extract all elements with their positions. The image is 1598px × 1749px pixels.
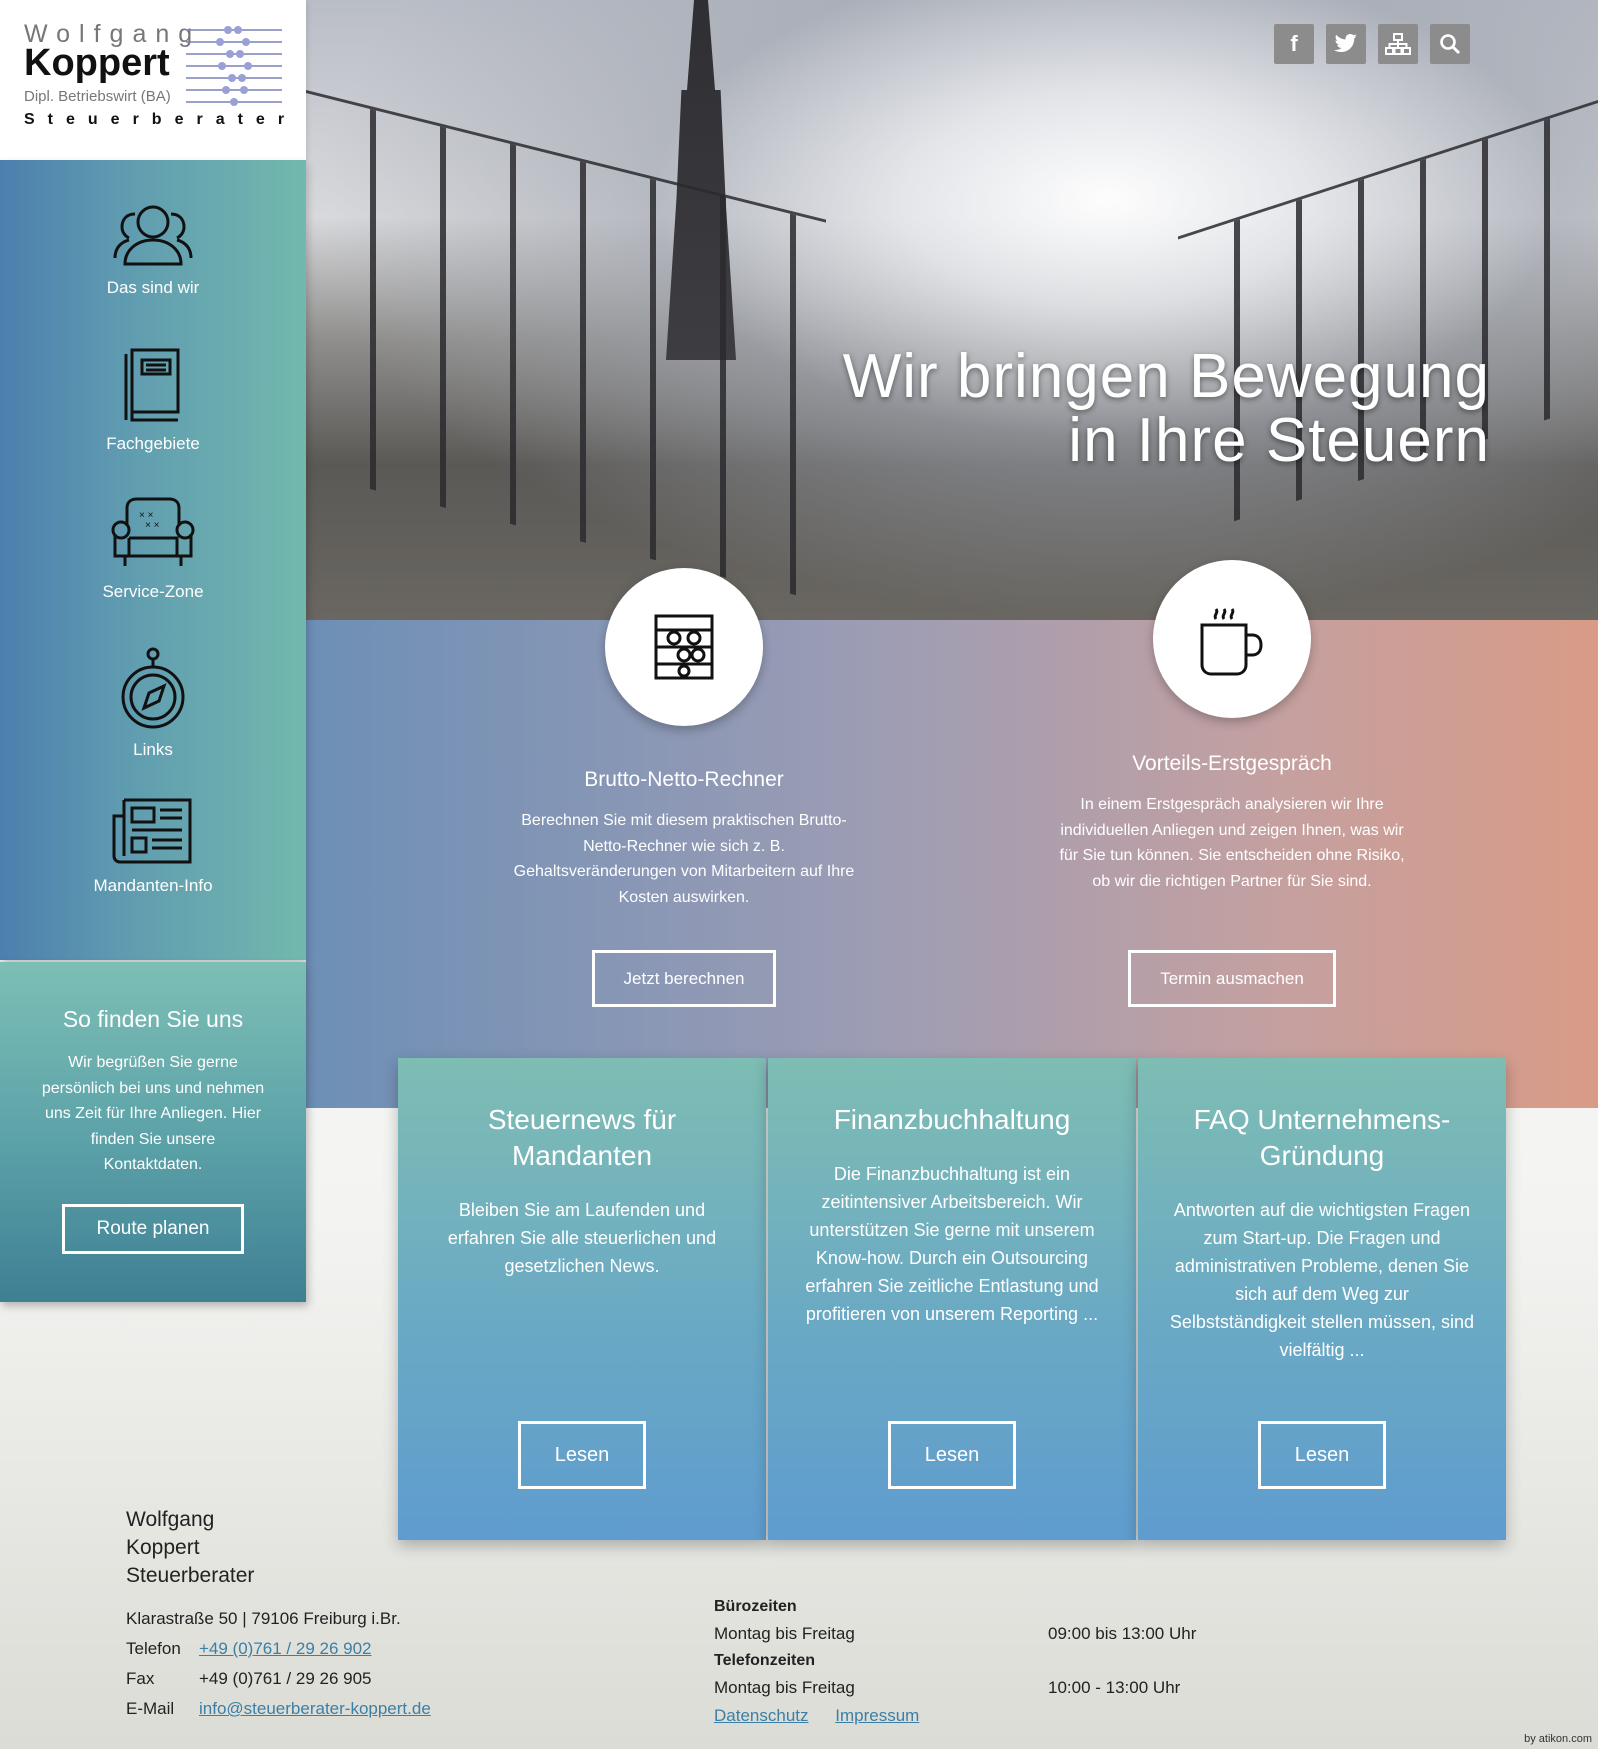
agency-credit[interactable]: by atikon.com <box>1524 1733 1592 1745</box>
sidebar-item-label: Links <box>133 740 173 759</box>
footer-hours: Bürozeiten Montag bis Freitag 09:00 bis … <box>714 1593 1214 1731</box>
card-title: Finanzbuchhaltung <box>833 1104 1071 1135</box>
sidebar-item-fachgebiete[interactable]: Fachgebiete <box>0 346 306 454</box>
phone-hours-row: Montag bis Freitag 10:00 - 13:00 Uhr <box>714 1674 1214 1701</box>
route-planen-button[interactable]: Route planen <box>62 1204 244 1254</box>
email-link[interactable]: info@steuerberater-koppert.de <box>199 1699 431 1718</box>
hero-image: Wir bringen Bewegung in Ihre Steuern <box>306 0 1598 620</box>
logo[interactable]: Wolfgang Koppert Dipl. Betriebswirt (BA)… <box>0 0 306 160</box>
sidebar-item-links-entry[interactable]: Links <box>0 644 306 760</box>
office-time: 09:00 bis 13:00 Uhr <box>1048 1624 1197 1643</box>
phone-link[interactable]: +49 (0)761 / 29 26 902 <box>199 1639 372 1658</box>
lesen-button[interactable]: Lesen <box>518 1421 646 1489</box>
footer-address: Klarastraße 50 | 79106 Freiburg i.Br. <box>126 1609 401 1628</box>
twitter-icon[interactable] <box>1326 24 1366 64</box>
abacus-icon <box>654 614 714 680</box>
sidebar-item-service-zone[interactable]: × × × × Service-Zone <box>0 496 306 602</box>
search-icon[interactable] <box>1430 24 1470 64</box>
find-us-title: So finden Sie uns <box>62 1006 244 1032</box>
footer-name-line: Koppert <box>126 1536 200 1559</box>
termin-ausmachen-button[interactable]: Termin ausmachen <box>1128 950 1336 1007</box>
card-text: Die Finanzbuchhaltung ist ein zeitintens… <box>805 1164 1099 1324</box>
footer-phone-row: Telefon +49 (0)761 / 29 26 902 <box>126 1634 431 1664</box>
datenschutz-link[interactable]: Datenschutz <box>714 1706 809 1725</box>
footer-email-row: E-Mail info@steuerberater-koppert.de <box>126 1694 431 1724</box>
service-title: Vorteils-Erstgespräch <box>1132 752 1332 775</box>
sidebar-nav: Das sind wir Fachgebiete × × × × Service-… <box>0 160 306 960</box>
svg-text:× ×: × × <box>145 520 160 531</box>
sidebar-item-mandanten-info[interactable]: Mandanten-Info <box>0 796 306 896</box>
find-us-text: Wir begrüßen Sie gerne persönlich bei un… <box>41 1054 265 1173</box>
abacus-logo-icon <box>186 26 282 106</box>
footer-name-line: Wolfgang <box>126 1508 215 1531</box>
service-text: Berechnen Sie mit diesem praktischen Bru… <box>513 812 855 906</box>
sidebar-item-das-sind-wir[interactable]: Das sind wir <box>0 198 306 298</box>
office-hours-title: Bürozeiten <box>714 1598 797 1615</box>
consultation-circle[interactable] <box>1153 560 1311 718</box>
newspaper-icon <box>112 798 192 864</box>
logo-profession: Steuerberater <box>24 111 298 128</box>
jetzt-berechnen-button[interactable]: Jetzt berechnen <box>592 950 776 1007</box>
service-brutto-netto: Brutto-Netto-Rechner Berechnen Sie mit d… <box>508 768 860 910</box>
sidebar-item-label: Fachgebiete <box>106 434 200 453</box>
armchair-icon: × ×× × <box>111 497 195 566</box>
book-icon <box>124 348 180 422</box>
office-hours-row: Montag bis Freitag 09:00 bis 13:00 Uhr <box>714 1620 1214 1647</box>
footer-contact: Wolfgang Koppert Steuerberater Klarastra… <box>126 1506 431 1724</box>
card-text: Antworten auf die wichtigsten Fragen zum… <box>1169 1200 1475 1360</box>
logo-degree: Dipl. Betriebswirt (BA) <box>24 88 171 105</box>
hero-headline-line1: Wir bringen Bewegung <box>842 342 1490 411</box>
coffee-cup-icon <box>1200 608 1263 676</box>
footer-fax-row: Fax +49 (0)761 / 29 26 905 <box>126 1664 431 1694</box>
card-title: FAQ Unternehmens-Gründung <box>1193 1104 1451 1171</box>
hero-headline: Wir bringen Bewegung in Ihre Steuern <box>843 345 1490 473</box>
sidebar-item-label: Service-Zone <box>102 582 204 601</box>
footer-name-line: Steuerberater <box>126 1564 255 1587</box>
phone-hours-title: Telefonzeiten <box>714 1652 816 1669</box>
email-label: E-Mail <box>126 1699 175 1718</box>
phone-label: Telefon <box>126 1639 181 1658</box>
impressum-link[interactable]: Impressum <box>835 1706 919 1725</box>
card-faq-gruendung: FAQ Unternehmens-Gründung Antworten auf … <box>1138 1058 1506 1540</box>
phone-days: Montag bis Freitag <box>714 1678 855 1697</box>
card-finanzbuchhaltung: Finanzbuchhaltung Die Finanzbuchhaltung … <box>768 1058 1136 1540</box>
fax-number: +49 (0)761 / 29 26 905 <box>199 1669 372 1688</box>
social-bar: f <box>1274 24 1470 64</box>
team-icon <box>113 205 193 266</box>
calculator-circle[interactable] <box>605 568 763 726</box>
service-title: Brutto-Netto-Rechner <box>584 768 784 791</box>
card-title: Steuernews für Mandanten <box>487 1104 677 1171</box>
phone-time: 10:00 - 13:00 Uhr <box>1048 1678 1181 1697</box>
card-steuernews: Steuernews für Mandanten Bleiben Sie am … <box>398 1058 766 1540</box>
find-us-box: So finden Sie uns Wir begrüßen Sie gerne… <box>0 962 306 1302</box>
bridge-railing-left <box>306 90 826 603</box>
fax-label: Fax <box>126 1669 155 1688</box>
footer-legal-links: Datenschutz Impressum <box>714 1701 1214 1731</box>
logo-lastname: Koppert <box>24 42 170 84</box>
compass-icon <box>121 647 185 729</box>
facebook-icon[interactable]: f <box>1274 24 1314 64</box>
card-text: Bleiben Sie am Laufenden und erfahren Si… <box>447 1200 717 1276</box>
office-days: Montag bis Freitag <box>714 1624 855 1643</box>
service-text: In einem Erstgespräch analysieren wir Ih… <box>1059 796 1405 890</box>
sidebar-item-label: Das sind wir <box>106 278 200 297</box>
hero-headline-line2: in Ihre Steuern <box>1068 406 1490 475</box>
sitemap-icon[interactable] <box>1378 24 1418 64</box>
sidebar-item-label: Mandanten-Info <box>93 876 213 895</box>
service-erstgespraech: Vorteils-Erstgespräch In einem Erstgespr… <box>1050 752 1414 894</box>
lesen-button[interactable]: Lesen <box>1258 1421 1386 1489</box>
lesen-button[interactable]: Lesen <box>888 1421 1016 1489</box>
